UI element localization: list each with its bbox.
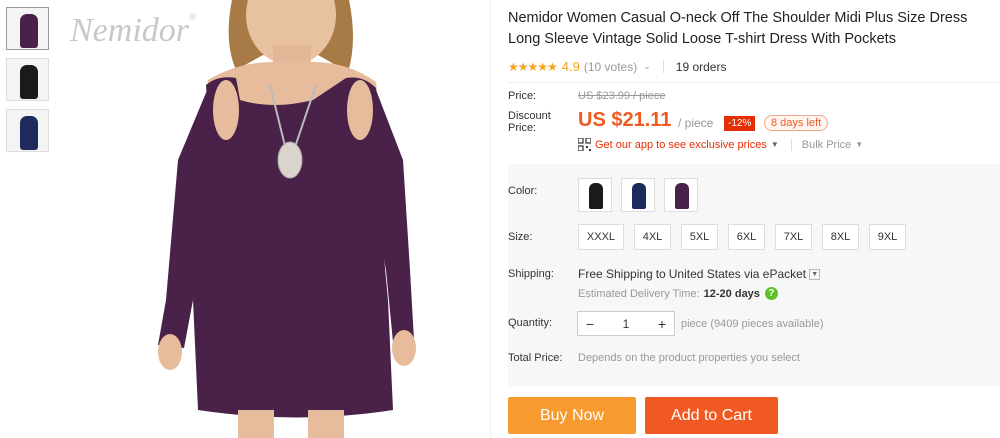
original-price: US $23.99 / piece [578,90,666,102]
size-option[interactable]: 9XL [869,224,906,250]
chevron-down-icon[interactable]: ⌄ [643,61,651,72]
chevron-down-icon[interactable]: ▼ [809,268,821,280]
color-options [578,178,707,212]
app-promo-link[interactable]: Get our app to see exclusive prices [595,139,767,151]
divider [490,0,491,438]
product-title: Nemidor Women Casual O-neck Off The Shou… [508,10,968,47]
separator [662,60,664,73]
thumbnail-black[interactable] [6,58,49,101]
brand-logo-text: Nemidor [70,12,189,49]
model-dress-image [158,0,416,438]
size-option[interactable]: 8XL [822,224,859,250]
size-option[interactable]: 4XL [634,224,671,250]
rating-row: ★★★★★ 4.9 (10 votes) ⌄ 19 orders [508,59,1000,83]
quantity-input[interactable]: 1 [623,317,630,331]
buy-now-button[interactable]: Buy Now [508,397,636,434]
eta-days: 12-20 days [703,287,760,300]
size-option[interactable]: 7XL [775,224,812,250]
size-options: XXXL 4XL 5XL 6XL 7XL 8XL 9XL [578,224,916,250]
delivery-estimate: Estimated Delivery Time: 12-20 days ? [578,287,778,300]
product-info-panel: Nemidor Women Casual O-neck Off The Shou… [508,0,1000,434]
quantity-stepper: − 1 + [577,311,675,336]
votes-count[interactable]: (10 votes) [584,60,637,74]
current-price: US $21.11 [578,109,672,131]
price-label: Price: [508,90,537,102]
separator [790,138,792,151]
registered-mark: ® [189,12,197,23]
quantity-label: Quantity: [508,317,553,329]
help-icon[interactable]: ? [764,287,778,300]
quantity-increase-button[interactable]: + [650,316,674,332]
size-option[interactable]: 6XL [728,224,765,250]
orders-count: 19 orders [675,59,727,74]
dress-thumbnail-image [20,116,38,150]
rating-stars-icon: ★★★★★ [508,59,558,74]
shipping-info: Free Shipping to United States via ePack… [578,267,821,281]
shipping-to-text: to [655,267,666,281]
caret-down-icon[interactable]: ▼ [771,140,779,149]
eta-label: Estimated Delivery Time: [578,287,700,300]
discount-badge: -12% [724,116,756,131]
dress-thumbnail-image [20,65,38,99]
brand-logo: Nemidor® [70,12,197,50]
caret-down-icon[interactable]: ▼ [855,140,863,149]
quantity-decrease-button[interactable]: − [578,316,602,332]
color-option-purple[interactable] [664,178,698,212]
color-option-black[interactable] [578,178,612,212]
color-option-navy[interactable] [621,178,655,212]
size-option[interactable]: XXXL [578,224,624,250]
color-swatch-image [675,183,689,209]
total-price-label: Total Price: [508,352,563,364]
size-label: Size: [508,231,533,243]
shipping-label: Shipping: [508,268,554,280]
shipping-destination[interactable]: United States via ePacket [669,267,806,281]
add-to-cart-button[interactable]: Add to Cart [645,397,778,434]
free-shipping-text: Free Shipping [578,267,653,281]
rating-value[interactable]: 4.9 [562,59,580,74]
color-swatch-image [632,183,646,209]
color-swatch-image [589,183,603,209]
bulk-price-dropdown[interactable]: Bulk Price [802,139,852,151]
main-product-image[interactable]: Nemidor® [58,0,490,438]
color-label: Color: [508,185,538,197]
dress-thumbnail-image [20,14,38,48]
qr-code-icon [578,138,591,151]
quantity-available: piece (9409 pieces available) [681,318,824,330]
app-promo-row: Get our app to see exclusive prices ▼ Bu… [578,138,863,151]
total-price-note: Depends on the product properties you se… [578,352,800,364]
thumbnail-purple[interactable] [6,7,49,50]
thumbnail-list [6,7,50,160]
price-unit: / piece [678,116,714,130]
discount-price-label: Discount Price: [508,110,551,134]
thumbnail-navy[interactable] [6,109,49,152]
size-option[interactable]: 5XL [681,224,718,250]
days-left-badge: 8 days left [764,115,829,131]
